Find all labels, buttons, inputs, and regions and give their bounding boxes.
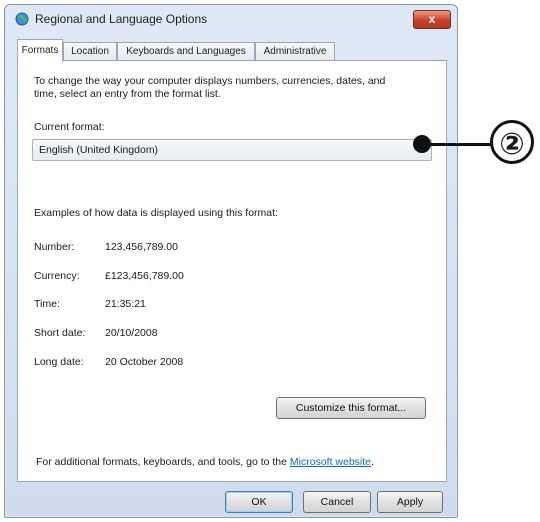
intro-line-2: time, select an entry from the format li… [34,88,221,100]
example-label-currency: Currency: [34,270,80,282]
example-label-number: Number: [34,241,75,253]
customize-format-button[interactable]: Customize this format... [276,397,426,419]
example-value-number: 123,456,789.00 [105,241,178,253]
footer-prefix: For additional formats, keyboards, and t… [36,456,290,468]
footer-text: For additional formats, keyboards, and t… [36,456,374,468]
example-label-long-date: Long date: [34,356,84,368]
ok-button[interactable]: OK [225,491,293,513]
tab-formats[interactable]: Formats [17,39,63,62]
window-title: Regional and Language Options [35,12,208,26]
tab-keyboards-and-languages[interactable]: Keyboards and Languages [117,42,255,61]
formats-panel: To change the way your computer displays… [17,60,447,482]
cancel-button[interactable]: Cancel [303,491,371,513]
tab-formats-label: Formats [21,45,59,56]
title-bar: Regional and Language Options x [5,5,457,33]
ok-label: OK [251,496,267,508]
apply-label: Apply [396,496,424,508]
apply-button[interactable]: Apply [377,491,443,513]
example-label-time: Time: [34,298,60,310]
close-icon: x [428,12,436,26]
annotation-number-circle: ② [490,120,534,164]
intro-text: To change the way your computer displays… [34,75,434,101]
microsoft-website-link[interactable]: Microsoft website [290,456,371,468]
example-value-time: 21:35:21 [105,298,146,310]
close-button[interactable]: x [413,10,451,29]
tab-administrative-label: Administrative [263,46,327,57]
examples-heading: Examples of how data is displayed using … [34,207,278,219]
footer-period: . [371,456,374,468]
tab-location[interactable]: Location [63,42,117,61]
current-format-dropdown[interactable]: English (United Kingdom) [32,139,432,161]
tab-location-label: Location [71,46,109,57]
intro-line-1: To change the way your computer displays… [34,75,386,87]
example-value-short-date: 20/10/2008 [105,327,158,339]
example-value-long-date: 20 October 2008 [105,356,184,368]
cancel-label: Cancel [320,496,354,508]
current-format-label: Current format: [34,121,105,133]
customize-format-label: Customize this format... [295,402,407,414]
example-label-short-date: Short date: [34,327,86,339]
current-format-value: English (United Kingdom) [39,144,159,156]
dialog-window: Regional and Language Options x Formats … [4,4,458,518]
annotation-dot [413,135,431,153]
example-value-currency: £123,456,789.00 [105,270,184,282]
globe-icon [15,12,29,26]
tab-keyboards-label: Keyboards and Languages [126,46,246,57]
tab-administrative[interactable]: Administrative [255,42,335,61]
